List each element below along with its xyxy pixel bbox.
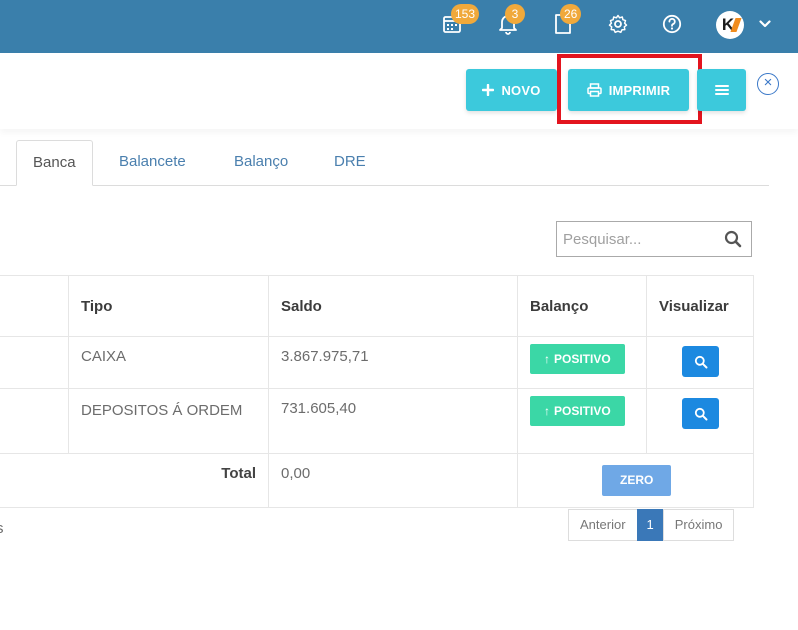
table-row: CAIXA 3.867.975,71 ↑ POSITIVO [0,336,754,389]
table-header-saldo[interactable]: Saldo [268,275,518,337]
search-box [556,221,752,257]
table-header-tipo[interactable]: Tipo [68,275,269,337]
close-icon[interactable]: × [757,73,779,95]
search-icon [694,407,707,420]
positive-badge: ↑ POSITIVO [530,396,625,426]
table-total-row: Total 0,00 ZERO [0,453,754,508]
accounts-table: Tipo Saldo Balanço Visualizar CAIXA 3.86… [0,275,754,508]
documents-count-badge: 26 [560,4,582,24]
hamburger-icon [714,85,729,95]
plus-icon [482,84,495,96]
menu-button[interactable] [697,69,746,111]
positive-badge: ↑ POSITIVO [530,344,625,374]
table-cell-visualizar [646,336,754,389]
total-status-cell: ZERO [517,453,754,508]
positive-badge-label: POSITIVO [554,352,611,366]
arrow-up-icon: ↑ [544,404,550,418]
user-avatar[interactable]: K [716,11,744,39]
table-info-text: s [0,520,4,537]
table-cell-visualizar [646,388,754,454]
new-button-label: NOVO [501,82,541,98]
table-cell-tipo: CAIXA [68,336,269,389]
tab-banca[interactable]: Banca [16,140,93,186]
search-icon[interactable] [724,230,742,248]
tab-bar: Banca Balancete Balanço DRE [0,140,769,186]
table-cell-saldo: 3.867.975,71 [268,336,518,389]
table-header-visualizar[interactable]: Visualizar [646,275,754,337]
table-cell-hidden [0,336,69,389]
table-cell-balanco: ↑ POSITIVO [517,388,647,454]
search-icon [694,355,707,368]
pagination-next[interactable]: Próximo [662,509,735,541]
pagination-page[interactable]: 1 [636,509,664,541]
table-row: DEPOSITOS Á ORDEM 731.605,40 ↑ POSITIVO [0,388,754,454]
calendar-count-badge: 153 [451,4,480,24]
highlight-frame [557,54,702,124]
search-input[interactable] [557,222,717,256]
table-header-balanco[interactable]: Balanço [517,275,647,337]
total-value: 0,00 [268,453,518,508]
help-icon[interactable] [660,12,684,36]
pagination: Anterior 1 Próximo [568,509,735,541]
gear-icon[interactable] [606,12,630,36]
zero-badge: ZERO [602,465,672,496]
table-header-hidden [0,275,69,337]
tab-balanco[interactable]: Balanço [218,140,304,186]
notifications-count-badge: 3 [505,4,525,24]
new-button[interactable]: NOVO [466,69,557,111]
table-cell-balanco: ↑ POSITIVO [517,336,647,389]
table-cell-hidden [0,388,69,454]
positive-badge-label: POSITIVO [554,404,611,418]
tab-dre[interactable]: DRE [318,140,382,186]
arrow-up-icon: ↑ [544,352,550,366]
chevron-down-icon[interactable] [753,12,777,36]
table-header-row: Tipo Saldo Balanço Visualizar [0,275,754,337]
table-cell-saldo: 731.605,40 [268,388,518,454]
view-button[interactable] [682,398,719,429]
tab-balancete[interactable]: Balancete [103,140,202,186]
top-navbar: 153 3 26 K [0,0,798,53]
pagination-prev[interactable]: Anterior [568,509,638,541]
table-cell-tipo: DEPOSITOS Á ORDEM [68,388,269,454]
view-button[interactable] [682,346,719,377]
total-label: Total [0,453,269,508]
